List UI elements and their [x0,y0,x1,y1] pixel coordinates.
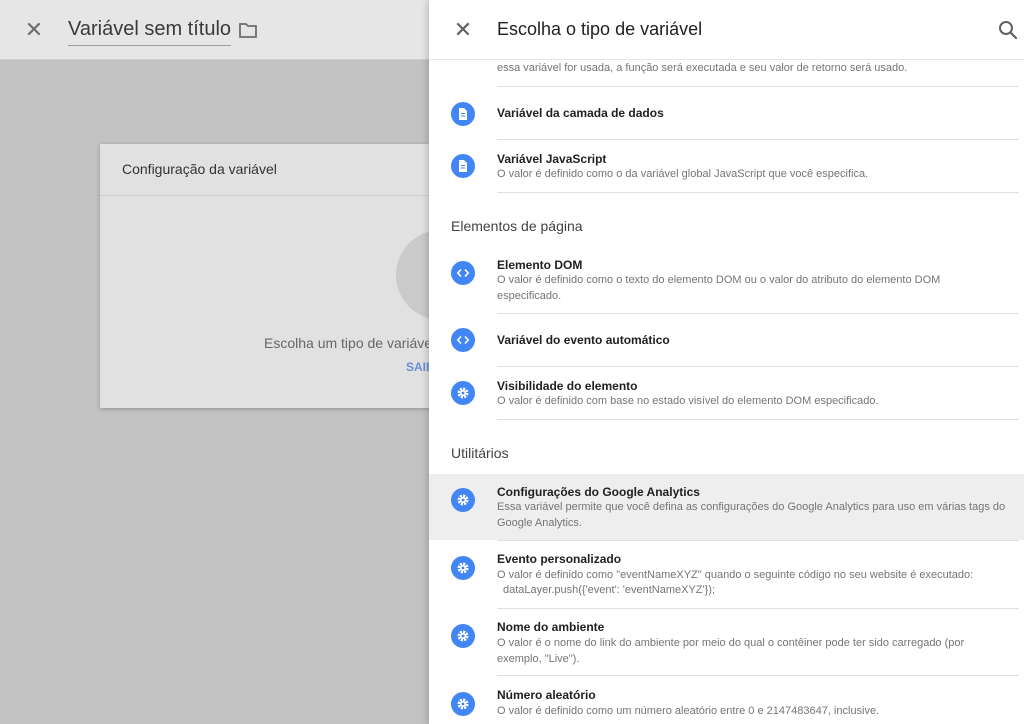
divider [497,192,1019,193]
item-title: Nome do ambiente [497,620,605,634]
list-item-random-number[interactable]: Número aleatório O valor é definido como… [429,676,1024,724]
gear-icon [451,624,475,648]
item-title: Evento personalizado [497,552,622,566]
item-title: Variável JavaScript [497,152,607,166]
gear-icon [451,488,475,512]
item-description: O valor é definido como o texto do eleme… [497,274,941,302]
list-item-data-layer-variable[interactable]: Variável da camada de dados [429,87,1024,139]
list-item-environment-name[interactable]: Nome do ambiente O valor é o nome do lin… [429,609,1024,675]
panel-header: ✕ Escolha o tipo de variável [429,0,1024,60]
list-item-custom-event[interactable]: Evento personalizado O valor é definido … [429,541,1024,608]
item-title: Número aleatório [497,688,596,702]
item-description: O valor é definido como o da variável gl… [497,168,869,180]
variable-type-list[interactable]: essa variável for usada, a função será e… [429,60,1024,724]
list-item-element-visibility[interactable]: Visibilidade do elemento O valor é defin… [429,367,1024,419]
section-heading-page-elements: Elementos de página [451,218,583,234]
code-icon [451,328,475,352]
divider [497,419,1019,420]
list-item-dom-element[interactable]: Elemento DOM O valor é definido como o t… [429,250,1024,313]
gear-icon [451,381,475,405]
editor-close-icon[interactable]: ✕ [22,18,46,42]
variable-name-title[interactable]: Variável sem título [68,18,232,46]
item-description: O valor é definido como um número aleató… [497,705,880,717]
document-icon [451,154,475,178]
item-title: Configurações do Google Analytics [497,485,700,499]
item-title: Visibilidade do elemento [497,379,638,393]
list-item-javascript-variable[interactable]: Variável JavaScript O valor é definido c… [429,140,1024,192]
section-heading-utilities: Utilitários [451,445,509,461]
list-item-google-analytics-settings[interactable]: Configurações do Google Analytics Essa v… [429,474,1024,540]
gear-icon [451,692,475,716]
gear-icon [451,556,475,580]
folder-icon[interactable] [238,21,258,39]
document-icon [451,102,475,126]
truncated-item-description: essa variável for usada, a função será e… [497,62,908,74]
card-prompt: Escolha um tipo de variáve [264,335,433,351]
item-title: Elemento DOM [497,258,583,272]
panel-title: Escolha o tipo de variável [497,19,703,39]
list-item-auto-event-variable[interactable]: Variável do evento automático [429,314,1024,366]
panel-close-icon[interactable]: ✕ [451,18,475,42]
item-code-snippet: dataLayer.push({'event': 'eventNameXYZ'}… [503,584,716,596]
item-description: Essa variável permite que você defina as… [497,501,1006,529]
code-icon [451,261,475,285]
item-description: O valor é definido como "eventNameXYZ" q… [497,569,974,581]
item-title: Variável do evento automático [497,333,670,347]
item-description: O valor é o nome do link do ambiente por… [497,637,965,665]
search-icon[interactable] [997,19,1019,41]
variable-type-panel: ✕ Escolha o tipo de variável essa variáv… [429,0,1024,724]
item-description: O valor é definido com base no estado vi… [497,395,879,407]
card-title: Configuração da variável [122,161,277,177]
item-title: Variável da camada de dados [497,106,664,120]
